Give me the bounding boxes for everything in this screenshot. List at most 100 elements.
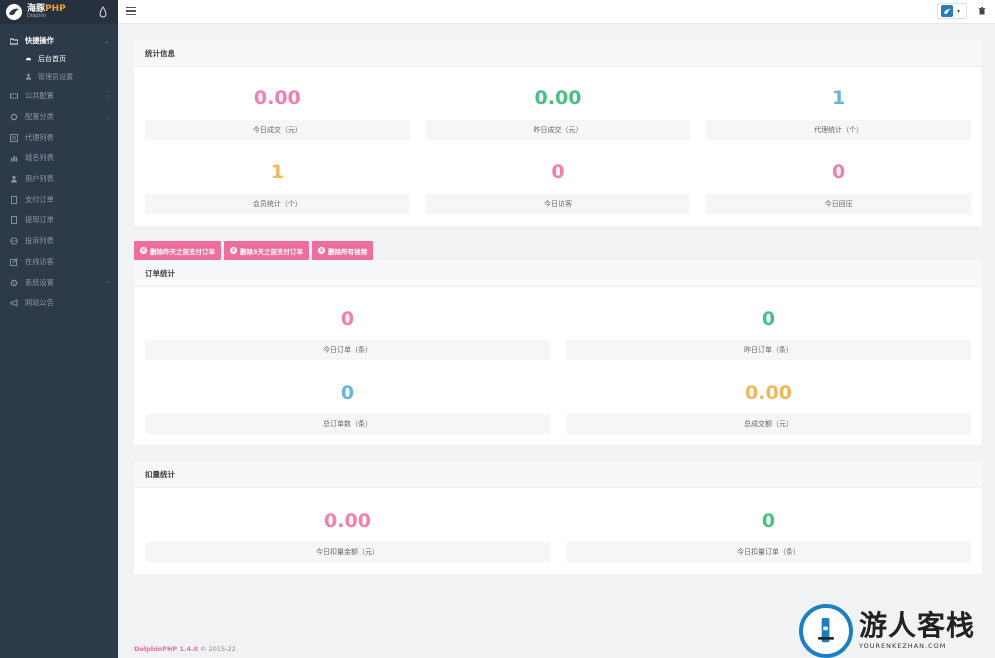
sidebar-item-online-visitors[interactable]: 在线访客 — [0, 252, 118, 273]
sidebar-item-label: 城名列表 — [25, 153, 54, 163]
stat-value: 0.00 — [745, 382, 792, 404]
sidebar-item-label: 在线访客 — [25, 256, 54, 266]
stat-label: 昨日订单（条） — [566, 340, 971, 360]
stat-label: 昨日成交（元） — [425, 120, 691, 140]
sidebar-item-label: 系统设置 — [25, 277, 54, 287]
sidebar-item-agent-list[interactable]: 代理列表 — [0, 127, 118, 148]
user-menu-button[interactable]: ▾ — [937, 3, 967, 19]
sidebar-item-label: 代理列表 — [25, 132, 54, 142]
water-drop-icon[interactable] — [98, 6, 108, 18]
close-circle-icon: × — [318, 246, 326, 254]
stat-label: 总成交额（元） — [566, 414, 971, 434]
stat-label: 会员统计（个） — [145, 194, 410, 214]
watermark: 游人客栈 YOURENKEZHAN.COM — [799, 604, 991, 658]
list-icon — [9, 133, 19, 142]
sidebar-subitem-label: 后台首页 — [38, 55, 66, 63]
stats-panel: 统计信息 0.00 今日成交（元） 0.00 昨日成交（元） 1 代理统计（个） 1 会员统计… — [134, 40, 982, 226]
stat-card: 0.00 今日成交（元） — [145, 89, 410, 140]
deduct-panel-title: 扣量统计 — [134, 461, 982, 488]
user-icon — [25, 73, 33, 81]
document-icon — [9, 195, 19, 204]
brand-php: PHP — [45, 4, 66, 14]
orders-panel-title: 订单统计 — [134, 260, 982, 287]
footer-brand[interactable]: DolphinPHP 1.4.0 — [134, 645, 198, 653]
button-label: 删除3天之前支付订单 — [240, 247, 304, 256]
sidebar-item-public-config[interactable]: 公共配置 ‹ — [0, 86, 118, 107]
sidebar-item-site-notice[interactable]: 网站公告 — [0, 293, 118, 314]
sidebar: 海豚PHP Dolphin 快捷操作 ⌄ 后台首页 管理员设置 公共配置 ‹ 配… — [0, 0, 118, 658]
avatar — [941, 5, 953, 17]
brand: 海豚PHP Dolphin — [27, 5, 66, 19]
close-circle-icon: × — [140, 246, 147, 254]
sidebar-item-quick-actions[interactable]: 快捷操作 ⌄ — [0, 32, 118, 50]
caret-down-icon: ▾ — [957, 7, 961, 15]
stat-card: 0.00 今日扣量金额（元） — [145, 512, 550, 562]
button-label: 删除所有视频 — [328, 247, 368, 256]
clear-cache-button[interactable] — [973, 3, 991, 19]
stat-value: 1 — [832, 87, 846, 109]
sidebar-item-user-list[interactable]: 用户列表 — [0, 169, 118, 190]
stat-label: 今日成交（元） — [145, 120, 410, 140]
stat-label: 总订单数（条） — [145, 414, 550, 434]
stat-value: 0.00 — [534, 87, 582, 109]
folder-open-icon — [9, 37, 19, 45]
stat-label: 代理统计（个） — [706, 120, 971, 140]
sidebar-item-label: 快捷操作 — [25, 36, 54, 45]
stat-label: 今日回压 — [706, 194, 971, 214]
close-circle-icon: × — [230, 246, 237, 254]
stat-label: 今日访客 — [425, 194, 691, 214]
delete-3day-orders-button[interactable]: × 删除3天之前支付订单 — [224, 241, 310, 260]
dolphin-logo-icon[interactable] — [6, 4, 22, 20]
stat-label: 今日扣量金额（元） — [145, 542, 550, 562]
sidebar-item-label: 配置分类 — [25, 112, 54, 122]
stat-card: 0 今日订单（条） — [145, 308, 550, 360]
orders-panel: 订单统计 0 今日订单（条） 0 昨日订单（条） 0 总订单数（条） 0.00 总成交额（元） — [134, 260, 982, 445]
stat-value: 0 — [340, 308, 355, 330]
sidebar-item-label: 用户列表 — [25, 174, 54, 184]
edit-icon — [9, 258, 19, 266]
sidebar-item-config-category[interactable]: 配置分类 ‹ — [0, 107, 118, 128]
sidebar-item-label: 提现订单 — [25, 215, 54, 225]
sidebar-item-domain-list[interactable]: 城名列表 — [0, 148, 118, 169]
sidebar-subitem-label: 管理员设置 — [38, 73, 73, 81]
stat-value: 0 — [761, 510, 776, 532]
dashboard-icon — [25, 55, 33, 63]
delete-all-videos-button[interactable]: × 删除所有视频 — [312, 241, 374, 260]
stat-value: 0 — [340, 382, 355, 404]
sidebar-subitem-admin-settings[interactable]: 管理员设置 — [0, 68, 118, 86]
deduct-panel: 扣量统计 0.00 今日扣量金额（元） 0 今日扣量订单（条） — [134, 461, 982, 574]
stat-value: 1 — [270, 161, 284, 183]
user-icon — [9, 175, 19, 183]
sidebar-item-payment-orders[interactable]: 支付订单 — [0, 189, 118, 210]
globe-icon — [9, 237, 19, 245]
sidebar-item-label: 支付订单 — [25, 194, 54, 204]
document-icon — [9, 216, 19, 225]
sidebar-subitem-home[interactable]: 后台首页 — [0, 50, 118, 68]
footer: DolphinPHP 1.4.0 © 2015-22 — [134, 645, 236, 653]
stat-label: 今日订单（条） — [145, 340, 550, 360]
top-header: ▾ — [118, 0, 995, 24]
sidebar-item-withdraw-orders[interactable]: 提现订单 — [0, 210, 118, 231]
footer-copyright: © 2015-22 — [200, 645, 236, 653]
action-buttons: × 删除昨天之前支付订单 × 删除3天之前支付订单 × 删除所有视频 — [134, 241, 374, 260]
sliders-icon — [9, 92, 19, 100]
stat-card: 0 昨日订单（条） — [566, 310, 971, 360]
stat-card: 0 今日回压 — [706, 163, 971, 214]
chevron-right-icon: ‹ — [106, 92, 109, 100]
stat-card: 0.00 昨日成交（元） — [425, 87, 691, 140]
sidebar-item-system-settings[interactable]: 系统设置 ‹ — [0, 272, 118, 293]
sidebar-item-complaint-list[interactable]: 投诉列表 — [0, 231, 118, 252]
brand-sub: Dolphin — [27, 13, 47, 19]
cog-icon — [9, 113, 19, 121]
chevron-right-icon: ‹ — [106, 113, 109, 121]
hamburger-menu-icon[interactable] — [126, 6, 136, 16]
watermark-logo-icon — [799, 604, 853, 658]
sidebar-nav: 快捷操作 ⌄ 后台首页 管理员设置 公共配置 ‹ 配置分类 ‹ 代理列表 城名列… — [0, 24, 118, 314]
sidebar-item-label: 公共配置 — [25, 91, 54, 101]
delete-yesterday-orders-button[interactable]: × 删除昨天之前支付订单 — [134, 241, 221, 260]
stats-panel-title: 统计信息 — [134, 40, 982, 67]
gear-icon — [9, 279, 19, 287]
stat-card: 0 今日访客 — [425, 163, 691, 214]
bar-chart-icon — [9, 154, 19, 162]
chevron-down-icon: ⌄ — [103, 37, 109, 45]
